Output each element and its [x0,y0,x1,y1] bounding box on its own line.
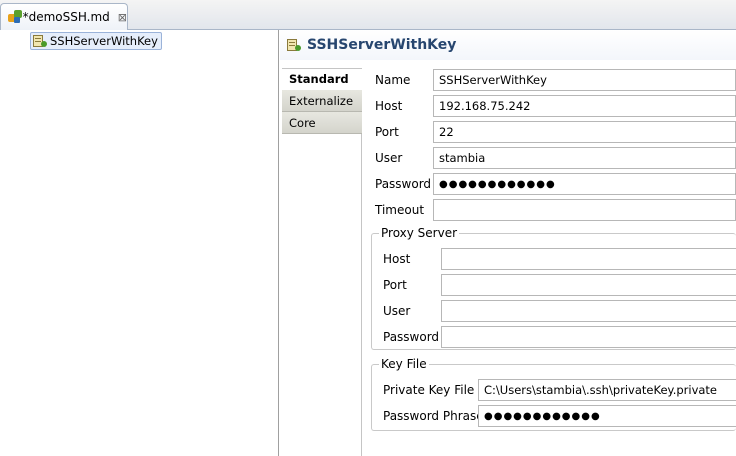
name-field[interactable]: SSHServerWithKey [433,69,736,91]
tree-item-label: SSHServerWithKey [50,34,158,48]
tab-standard[interactable]: Standard [282,68,362,90]
editor-tab-bar: *demoSSH.md ⊠ [0,0,736,30]
proxy-user-label: User [383,304,411,318]
tab-core[interactable]: Core [282,112,362,134]
host-field[interactable]: 192.168.75.242 [433,95,736,117]
tree-item-sshserverwithkey[interactable]: SSHServerWithKey [30,32,162,50]
port-label: Port [375,125,399,139]
timeout-field[interactable] [433,199,736,221]
tab-externalize[interactable]: Externalize [282,90,362,112]
editor-tab-label: *demoSSH.md [22,10,110,24]
user-label: User [375,151,403,165]
proxy-port-field[interactable] [441,274,736,296]
metadata-file-icon [7,9,22,25]
timeout-label: Timeout [375,203,425,217]
proxy-password-label: Password [383,330,440,344]
private-key-file-label: Private Key File [383,383,475,397]
password-field[interactable]: ●●●●●●●●●●●● [433,173,736,195]
ssh-server-icon [287,38,301,52]
properties-panel: SSHServerWithKey Standard Externalize Co… [280,30,736,456]
proxy-host-field[interactable] [441,248,736,270]
key-file-legend: Key File [379,357,429,371]
user-field[interactable]: stambia [433,147,736,169]
properties-title: SSHServerWithKey [307,37,457,53]
close-icon[interactable]: ⊠ [118,11,127,24]
properties-side-tabs: Standard Externalize Core [282,68,362,456]
port-field[interactable]: 22 [433,121,736,143]
proxy-password-field[interactable] [441,326,736,348]
password-phrase-field[interactable]: ●●●●●●●●●●●● [478,405,736,427]
proxy-user-field[interactable] [441,300,736,322]
password-phrase-label: Password Phrase [383,409,484,423]
proxy-host-label: Host [383,252,411,266]
name-label: Name [375,73,411,87]
key-file-group: Key File Private Key File C:\Users\stamb… [371,357,736,431]
properties-header: SSHServerWithKey [280,30,736,60]
ssh-server-icon [33,34,47,48]
metadata-tree: SSHServerWithKey [0,30,279,456]
proxy-server-group: Proxy Server Host Port User Password [371,226,736,350]
host-label: Host [375,99,403,113]
proxy-port-label: Port [383,278,407,292]
editor-tab-demossh[interactable]: *demoSSH.md ⊠ [0,3,128,30]
standard-form: Name SSHServerWithKey Host 192.168.75.24… [362,68,736,456]
proxy-server-legend: Proxy Server [379,226,460,240]
private-key-file-field[interactable]: C:\Users\stambia\.ssh\privateKey.private [478,379,736,401]
password-label: Password [375,177,432,191]
